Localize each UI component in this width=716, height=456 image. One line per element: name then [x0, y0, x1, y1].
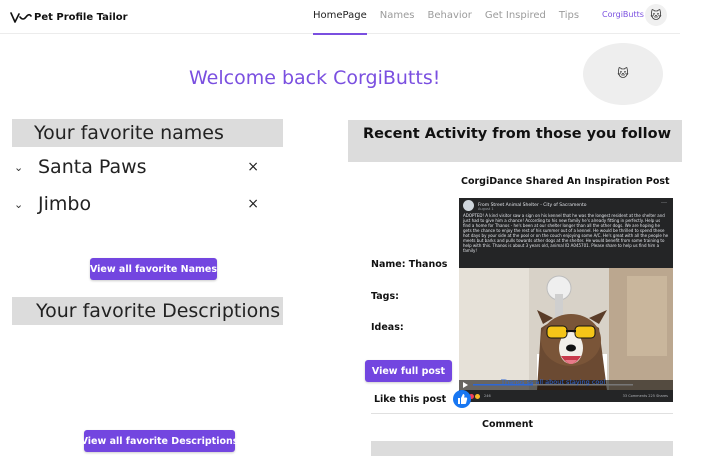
thumbs-up-glyph-icon	[458, 394, 468, 404]
post-ideas-label: Ideas:	[371, 322, 404, 333]
care-reaction-icon	[475, 393, 480, 399]
thumbs-up-icon[interactable]	[453, 390, 472, 408]
close-icon[interactable]: ×	[247, 196, 259, 212]
close-icon[interactable]: ×	[247, 159, 259, 175]
profile-picture-icon[interactable]: 🐱	[583, 43, 663, 105]
welcome-heading: Welcome back CorgiButts!	[189, 67, 441, 89]
favorite-names-heading: Your favorite names	[12, 119, 283, 147]
favorite-name-row: ⌄ Jimbo ×	[14, 189, 259, 219]
chevron-down-icon[interactable]: ⌄	[14, 198, 28, 211]
post-tags-label: Tags:	[371, 291, 399, 302]
favorite-descriptions-heading: Your favorite Descriptions	[12, 297, 283, 325]
nav-link-homepage[interactable]: HomePage	[313, 0, 367, 35]
brand-name: Pet Profile Tailor	[34, 11, 128, 23]
paw-logo-icon	[10, 12, 32, 23]
nav-link-get-inspired[interactable]: Get Inspired	[485, 0, 546, 34]
post-title: CorgiDance Shared An Inspiration Post	[461, 176, 670, 187]
nav-link-names[interactable]: Names	[380, 0, 415, 34]
top-navbar: Pet Profile Tailor HomePage Names Behavi…	[0, 0, 680, 35]
brand-logo[interactable]: Pet Profile Tailor	[10, 9, 128, 25]
video-subtitle: Thanos ss all about staying cool	[501, 378, 606, 386]
recent-activity-heading: Recent Activity from those you follow	[348, 120, 682, 162]
post-pet-name: Name: Thanos	[371, 259, 448, 270]
like-label: Like this post	[374, 393, 447, 405]
more-options-icon: ···	[661, 200, 667, 206]
comment-label: Comment	[482, 419, 534, 430]
view-all-descriptions-button[interactable]: View all favorite Descriptions	[81, 430, 238, 452]
user-avatar-icon[interactable]: 🐱	[645, 4, 667, 26]
nav-links: HomePage Names Behavior Get Inspired Tip…	[313, 0, 592, 35]
post-image-date: August 1	[478, 207, 494, 211]
reaction-count: 246	[484, 394, 491, 398]
post-image-org: From Street Animal Shelter - City of Sac…	[478, 202, 587, 208]
post-image-footer: 246 33 Comments 225 Shares	[459, 390, 673, 402]
like-row: Like this post	[374, 390, 472, 408]
post-divider	[371, 413, 673, 414]
post-image[interactable]: From Street Animal Shelter - City of Sac…	[459, 198, 673, 402]
post-image-caption: ADOPTED! A kind visitor saw a sign on hi…	[463, 213, 669, 253]
favorite-name-row: ⌄ Santa Paws ×	[14, 152, 259, 182]
dog-photo	[459, 268, 673, 390]
comment-input[interactable]	[371, 441, 673, 456]
nav-username[interactable]: CorgiButts	[602, 10, 644, 19]
favorite-name-label: Jimbo	[38, 193, 92, 215]
chevron-down-icon[interactable]: ⌄	[14, 161, 28, 174]
view-all-names-button[interactable]: View all favorite Names	[90, 258, 217, 280]
shelter-avatar	[463, 199, 474, 211]
post-stats: 33 Comments 225 Shares	[622, 394, 668, 398]
view-full-post-button[interactable]: View full post	[365, 360, 452, 382]
favorite-name-label: Santa Paws	[38, 156, 147, 178]
nav-link-behavior[interactable]: Behavior	[427, 0, 471, 34]
nav-link-tips[interactable]: Tips	[559, 0, 579, 34]
